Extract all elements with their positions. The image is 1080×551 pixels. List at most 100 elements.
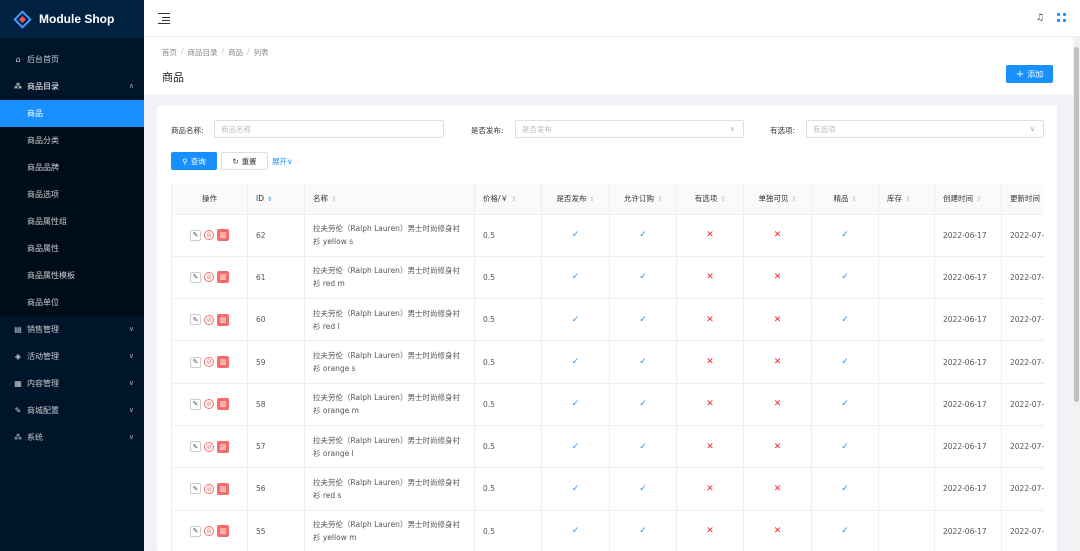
sidebar-subitem-4[interactable]: 商品属性组: [0, 208, 144, 235]
apps-grid-icon[interactable]: [1057, 13, 1066, 22]
stop-icon[interactable]: ⊘: [204, 526, 214, 537]
sort-icon[interactable]: ⇕: [511, 196, 516, 203]
table-cell-stock: [878, 256, 935, 300]
stop-icon[interactable]: ⊘: [204, 230, 214, 241]
sidebar-subitem-5[interactable]: 商品属性: [0, 235, 144, 262]
table-cell: ✕: [676, 256, 744, 300]
column-header[interactable]: 有选项 ⇕: [676, 184, 744, 215]
bell-icon[interactable]: ♫: [1036, 13, 1044, 23]
cross-icon: ✕: [706, 314, 714, 325]
column-header[interactable]: ID ⇕: [247, 184, 305, 215]
sidebar-item-1[interactable]: ⁂ 商品目录 ∧: [0, 73, 144, 100]
name-filter-input[interactable]: 商品名称: [214, 120, 444, 138]
check-icon: ✓: [571, 230, 580, 241]
sidebar-item-6[interactable]: ⁂ 系统 ∨: [0, 424, 144, 451]
reset-button[interactable]: ↻ 重置: [221, 152, 268, 170]
logo[interactable]: Module Shop: [0, 0, 144, 38]
stop-icon[interactable]: ⊘: [204, 272, 214, 283]
trash-icon[interactable]: ▥: [217, 356, 229, 369]
trash-icon[interactable]: ▥: [217, 440, 229, 453]
sidebar-item-4[interactable]: ▦ 内容管理 ∨: [0, 370, 144, 397]
trash-icon[interactable]: ▥: [217, 313, 229, 326]
published-select[interactable]: 是否发布 ∨: [515, 120, 744, 138]
sidebar-subitem-2[interactable]: 商品品牌: [0, 154, 144, 181]
sidebar-subitem-1[interactable]: 商品分类: [0, 127, 144, 154]
scrollbar-thumb[interactable]: [1074, 47, 1079, 402]
sort-icon[interactable]: ⇕: [720, 196, 725, 203]
sort-icon[interactable]: ⇕: [791, 196, 796, 203]
sort-icon[interactable]: ⇕: [267, 196, 272, 203]
sort-icon[interactable]: ⇕: [851, 196, 856, 203]
sort-icon[interactable]: ⇕: [905, 196, 910, 203]
edit-icon[interactable]: ✎: [190, 271, 201, 283]
chevron-up-icon: ∧: [128, 82, 134, 90]
column-header[interactable]: 单独可见 ⇕: [743, 184, 812, 215]
table-cell: ✓: [811, 510, 879, 551]
stop-icon[interactable]: ⊘: [204, 441, 214, 452]
sidebar-subitem-6[interactable]: 商品属性模板: [0, 262, 144, 289]
table-cell: ✕: [743, 256, 812, 300]
sidebar-item-0[interactable]: ⌂ 后台首页: [0, 46, 144, 73]
trash-icon[interactable]: ▥: [217, 525, 229, 538]
stop-icon[interactable]: ⊘: [204, 399, 214, 410]
page-title: 商品: [162, 71, 184, 84]
expand-filters-link[interactable]: 展开∨: [272, 156, 293, 167]
sidebar-subitem-0[interactable]: 商品: [0, 100, 144, 127]
trash-icon[interactable]: ▥: [217, 229, 229, 242]
sidebar-subitem-3[interactable]: 商品选项: [0, 181, 144, 208]
column-header[interactable]: 精品 ⇕: [811, 184, 879, 215]
table-cell-created: 2022-06-17: [934, 256, 1002, 300]
stop-icon[interactable]: ⊘: [204, 357, 214, 368]
add-button[interactable]: + 添加: [1006, 65, 1053, 83]
page-scrollbar[interactable]: [1073, 37, 1080, 551]
breadcrumb-item[interactable]: 商品: [228, 47, 243, 58]
edit-icon[interactable]: ✎: [190, 356, 201, 368]
sidebar-item-2[interactable]: ▤ 销售管理 ∨: [0, 316, 144, 343]
column-header[interactable]: 价格/￥ ⇕: [474, 184, 542, 215]
trash-icon[interactable]: ▥: [217, 482, 229, 495]
column-header[interactable]: 创建时间 ⇕: [934, 184, 1002, 215]
edit-icon[interactable]: ✎: [190, 314, 201, 326]
sidebar-subitem-7[interactable]: 商品单位: [0, 289, 144, 316]
sort-icon[interactable]: ⇕: [1043, 196, 1044, 203]
menu-fold-icon[interactable]: [158, 12, 170, 25]
query-button[interactable]: ⚲ 查询: [171, 152, 217, 170]
edit-icon[interactable]: ✎: [190, 229, 201, 241]
table-cell: ✓: [609, 214, 677, 257]
top-header: ♫: [144, 0, 1080, 37]
sort-icon[interactable]: ⇕: [331, 196, 336, 203]
table-cell: ✓: [609, 340, 677, 384]
stop-icon[interactable]: ⊘: [204, 314, 214, 325]
breadcrumb-item[interactable]: 首页: [162, 47, 177, 58]
column-header[interactable]: 是否发布 ⇕: [541, 184, 610, 215]
sort-icon[interactable]: ⇕: [589, 196, 594, 203]
stop-icon[interactable]: ⊘: [204, 483, 214, 494]
trash-icon[interactable]: ▥: [217, 271, 229, 284]
column-header[interactable]: 允许订购 ⇕: [609, 184, 677, 215]
options-select[interactable]: 有选项 ∨: [806, 120, 1044, 138]
table-cell-stock: [878, 214, 935, 257]
table-row: ✎ ⊘ ▥ 56 拉夫劳伦（Ralph Lauren）男士时尚修身衬衫 red s 0.5…: [171, 467, 1044, 511]
column-header[interactable]: 库存 ⇕: [878, 184, 935, 215]
table-cell-price: 0.5: [474, 340, 542, 384]
chevron-down-icon: ∨: [729, 125, 735, 133]
sort-icon[interactable]: ⇕: [976, 196, 981, 203]
sidebar-item-5[interactable]: ✎ 商城配置 ∨: [0, 397, 144, 424]
edit-icon[interactable]: ✎: [190, 398, 201, 410]
table-cell-price: 0.5: [474, 510, 542, 551]
sidebar-item-3[interactable]: ◈ 活动管理 ∨: [0, 343, 144, 370]
chevron-down-icon: ∨: [128, 433, 134, 441]
table-cell-price: 0.5: [474, 214, 542, 257]
check-icon: ✓: [841, 441, 849, 452]
edit-icon[interactable]: ✎: [190, 525, 201, 537]
table-cell: ✓: [541, 214, 610, 257]
sort-icon[interactable]: ⇕: [657, 196, 662, 203]
table-cell-id: 56: [247, 467, 305, 511]
column-header[interactable]: 名称 ⇕: [304, 184, 475, 215]
breadcrumb-item[interactable]: 商品目录: [188, 47, 218, 58]
trash-icon[interactable]: ▥: [217, 398, 229, 411]
row-actions: ✎ ⊘ ▥: [172, 229, 247, 242]
edit-icon[interactable]: ✎: [190, 483, 201, 495]
edit-icon[interactable]: ✎: [190, 441, 201, 453]
column-header[interactable]: 更新时间⇕: [1001, 184, 1044, 215]
